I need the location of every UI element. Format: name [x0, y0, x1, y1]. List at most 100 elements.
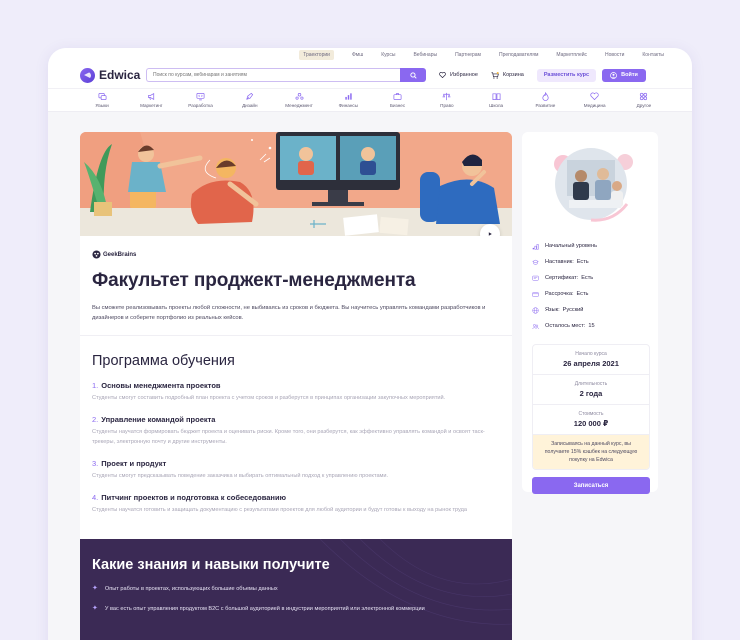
module-number: 2.	[92, 415, 99, 424]
sparkle-icon: ✦	[92, 605, 98, 612]
price-value: 120 000 ₽	[573, 419, 609, 428]
login-label: Войти	[621, 72, 638, 78]
team-icon	[295, 92, 304, 100]
module-title: 2. Управление командой проекта	[92, 415, 500, 424]
course-main: GeekBrains Факультет проджект-менеджмент…	[80, 132, 512, 640]
category-business[interactable]: Бизнес	[374, 89, 422, 111]
course-card: GeekBrains Факультет проджект-менеджмент…	[80, 132, 512, 640]
top-nav-fmsh[interactable]: Фмш	[352, 50, 363, 60]
top-nav-trajectories[interactable]: Траектории	[299, 50, 334, 60]
category-label: Медицина	[583, 103, 606, 108]
installment-icon	[532, 291, 539, 297]
category-label: Бизнес	[390, 103, 406, 108]
module-description: Студенты смогут составить подробный план…	[92, 395, 446, 401]
heart-outline-icon	[590, 92, 599, 101]
top-nav-contacts[interactable]: Контакты	[642, 50, 664, 60]
top-nav-webinars[interactable]: Вебинары	[413, 50, 437, 60]
category-development[interactable]: Разработка	[177, 89, 225, 111]
favorites-link[interactable]: Избранное	[439, 72, 478, 78]
category-management[interactable]: Менеджмент	[275, 89, 323, 111]
sparkle-icon: ✦	[92, 585, 98, 592]
category-languages[interactable]: Языки	[78, 89, 126, 111]
category-label: Финансы	[338, 103, 358, 108]
top-nav-courses[interactable]: Курсы	[381, 50, 395, 60]
globe-icon	[532, 306, 539, 314]
category-school[interactable]: Школа	[472, 89, 520, 111]
top-nav-partners[interactable]: Партнерам	[455, 50, 481, 60]
duration-value: 2 года	[579, 389, 603, 398]
login-button[interactable]: Войти	[602, 68, 646, 82]
category-design[interactable]: Дизайн	[226, 89, 274, 111]
category-marketing[interactable]: Маркетинг	[127, 89, 175, 111]
top-nav-marketplace[interactable]: Маркетплейс	[556, 50, 587, 60]
course-title: Факультет проджект-менеджмента	[92, 270, 416, 291]
fact-label: Рассрочка:	[545, 291, 574, 297]
pen-nib-icon	[246, 92, 254, 100]
cart-link[interactable]: Корзина	[491, 71, 524, 79]
module-number: 3.	[92, 459, 99, 468]
skill-item: ✦ Опыт работы в проектах, использующих б…	[92, 585, 500, 593]
category-other[interactable]: Другое	[620, 89, 668, 111]
price-cell: Стоимость 120 000 ₽	[533, 405, 649, 435]
fact-label: Начальный уровень	[545, 243, 597, 249]
course-sidebar: Начальный уровень Наставник: Есть Сертифи…	[522, 132, 658, 494]
category-label: Школа	[489, 103, 504, 108]
start-date-label: Начало курса	[575, 351, 607, 357]
fact-value: Есть	[576, 259, 589, 265]
fact-value: Есть	[576, 291, 589, 297]
provider-logo[interactable]: GeekBrains	[92, 250, 500, 259]
module-name: Управление командой проекта	[101, 415, 216, 424]
cashback-notice: Записываясь на данный курс, вы получаете…	[533, 435, 649, 469]
megaphone-icon	[147, 93, 154, 101]
seats-icon	[532, 323, 539, 329]
skill-text: Опыт работы в проектах, использующих бол…	[104, 586, 278, 592]
top-nav: Траектории Фмш Курсы Вебинары Партнерам …	[48, 48, 692, 62]
skills-section: Какие знания и навыки получите ✦ Опыт ра…	[80, 539, 512, 640]
category-law[interactable]: Право	[423, 89, 471, 111]
languages-icon	[98, 92, 106, 101]
search-button[interactable]	[400, 68, 426, 82]
module-description: Студенты смогут предсказывать поведение …	[92, 473, 389, 479]
fact-certificate: Сертификат: Есть	[532, 270, 650, 286]
favorites-label: Избранное	[450, 72, 478, 78]
program-title: Программа обучения	[92, 353, 235, 369]
program-section: Программа обучения 1. Основы менеджмента …	[80, 336, 512, 527]
module-name: Проект и продукт	[101, 459, 167, 468]
category-label: Маркетинг	[140, 103, 163, 108]
header: Edwica Избранное Корзина Разместить курс…	[48, 62, 692, 88]
skills-title: Какие знания и навыки получите	[92, 557, 330, 573]
fact-value: Есть	[581, 275, 594, 281]
logo[interactable]: Edwica	[80, 67, 146, 83]
enroll-button[interactable]: Записаться	[532, 477, 650, 494]
category-finance[interactable]: Финансы	[324, 89, 372, 111]
category-development-personal[interactable]: Развитие	[521, 89, 569, 111]
module-description: Студенты научатся готовить и защищать до…	[92, 507, 468, 513]
fact-level: Начальный уровень	[532, 238, 650, 254]
user-icon	[610, 71, 617, 79]
hero-illustration	[80, 132, 512, 236]
cart-label: Корзина	[502, 72, 524, 78]
fact-installment: Рассрочка: Есть	[532, 286, 650, 302]
certificate-icon	[532, 275, 539, 280]
category-label: Языки	[95, 103, 109, 108]
course-sidebar-image	[532, 140, 650, 226]
search-icon	[409, 71, 417, 79]
category-medicine[interactable]: Медицина	[571, 89, 619, 111]
module-title: 4. Питчинг проектов и подготовка к собесе…	[92, 493, 500, 502]
fact-mentor: Наставник: Есть	[532, 254, 650, 270]
geekbrains-icon	[92, 250, 101, 259]
top-nav-teachers[interactable]: Преподавателям	[499, 50, 538, 60]
module-number: 1.	[92, 381, 99, 390]
module-description: Студенты научатся формировать бюджет про…	[92, 429, 485, 445]
price-label: Стоимость	[578, 411, 604, 417]
scales-icon	[442, 92, 451, 101]
search-input[interactable]	[146, 68, 400, 82]
logo-text: Edwica	[99, 68, 141, 82]
briefcase-icon	[393, 93, 402, 101]
flame-icon	[542, 92, 549, 101]
top-nav-news[interactable]: Новости	[605, 50, 624, 60]
post-course-button[interactable]: Разместить курс	[536, 68, 597, 82]
heart-icon	[439, 72, 446, 78]
module-number: 4.	[92, 493, 99, 502]
category-label: Разработка	[188, 103, 213, 108]
